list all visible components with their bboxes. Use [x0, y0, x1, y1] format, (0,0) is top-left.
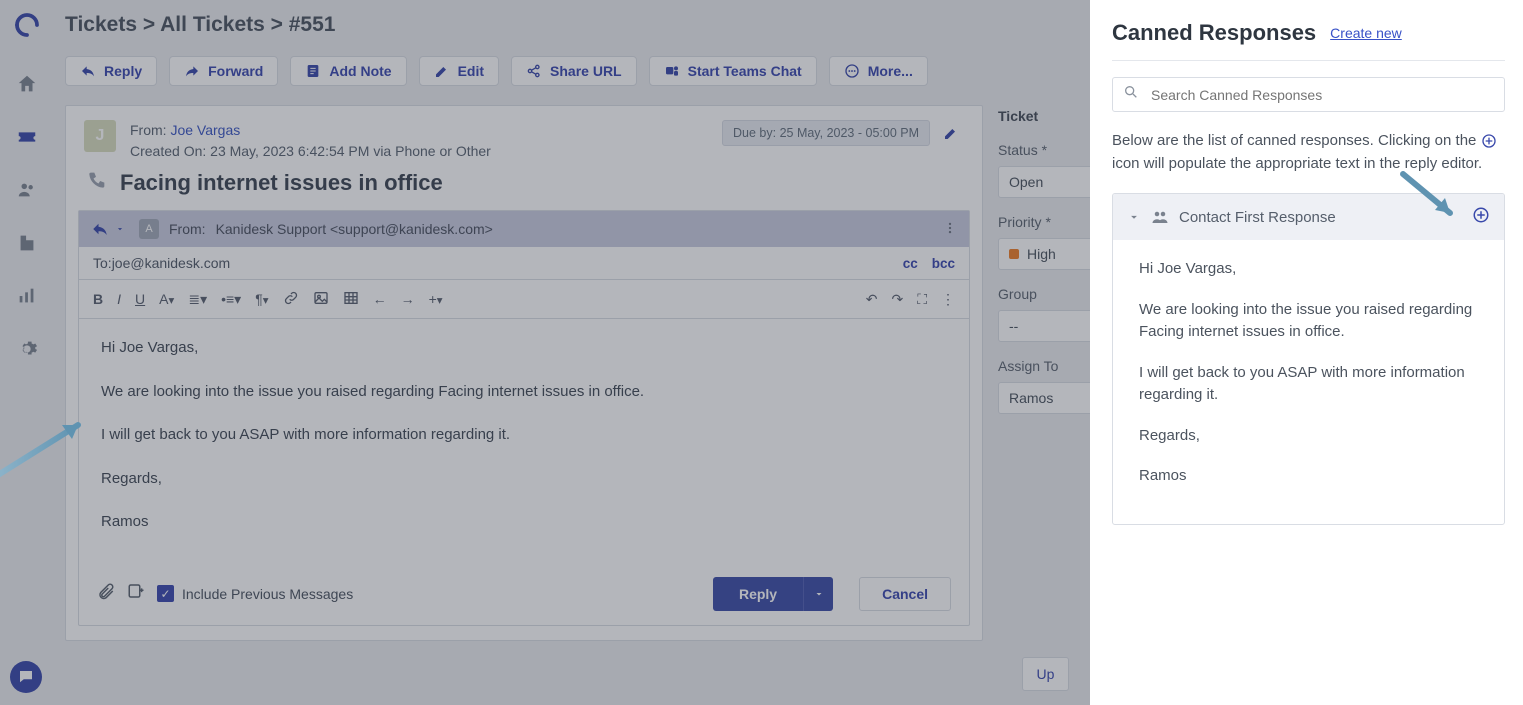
search-icon: [1123, 84, 1139, 105]
insert-canned-plus-icon[interactable]: [1472, 206, 1490, 228]
canned-response-item: Contact First Response Hi Joe Vargas, We…: [1112, 193, 1505, 525]
canned-title: Contact First Response: [1179, 209, 1336, 226]
search-input-wrap: [1112, 77, 1505, 112]
panel-help-text: Below are the list of canned responses. …: [1112, 130, 1505, 175]
canned-body: Hi Joe Vargas, We are looking into the i…: [1113, 240, 1504, 524]
panel-title: Canned Responses: [1112, 20, 1316, 46]
create-new-link[interactable]: Create new: [1330, 25, 1402, 41]
canned-header[interactable]: Contact First Response: [1113, 194, 1504, 240]
chevron-down-icon: [1127, 210, 1141, 224]
group-icon: [1151, 208, 1169, 226]
modal-overlay[interactable]: [0, 0, 1090, 705]
search-input[interactable]: [1149, 86, 1494, 104]
canned-responses-panel: Canned Responses Create new Below are th…: [1090, 0, 1523, 705]
plus-inline-icon: [1481, 133, 1497, 149]
